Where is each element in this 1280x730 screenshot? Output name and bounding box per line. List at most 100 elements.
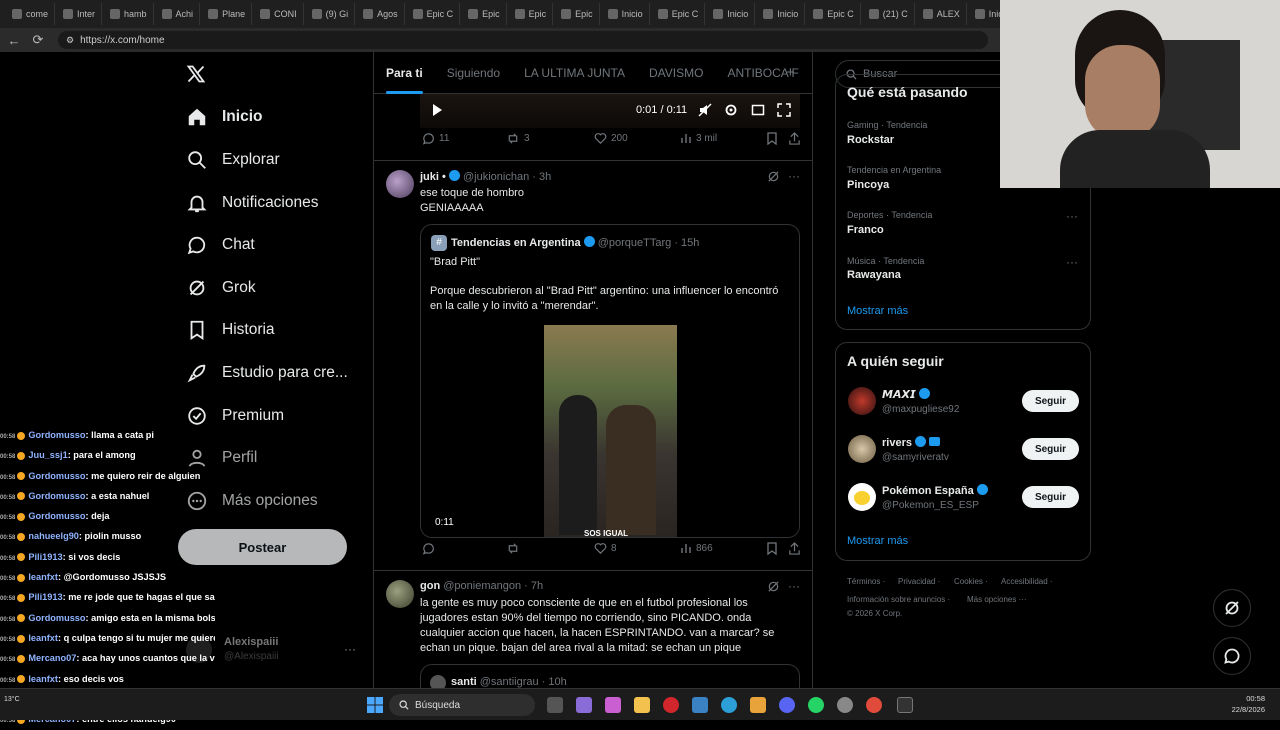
trend-name[interactable]: Rockstar	[847, 134, 894, 146]
browser-tab[interactable]: Epic	[509, 3, 554, 25]
chat-username[interactable]: Mercano07	[28, 653, 76, 663]
browser-tab[interactable]: Inicio	[707, 3, 756, 25]
suggestion-name[interactable]: 𝙈𝘼𝙓𝙄	[882, 389, 916, 401]
reply-button[interactable]	[422, 542, 435, 555]
trend-name[interactable]: Pincoya	[847, 179, 889, 191]
windows-start-icon[interactable]	[367, 697, 383, 713]
store-icon[interactable]	[692, 697, 708, 713]
chat-username[interactable]: leanfxt	[28, 633, 58, 643]
show-more-follow-link[interactable]: Mostrar más	[847, 535, 908, 547]
browser-tab[interactable]: (21) C	[863, 3, 915, 25]
avatar[interactable]	[848, 387, 876, 415]
browser-tab[interactable]: (9) Gi	[306, 3, 356, 25]
video-player[interactable]	[420, 94, 800, 128]
nav-item-chat[interactable]: Chat	[176, 225, 255, 265]
repost-button[interactable]: 3	[506, 132, 530, 145]
nav-item-inicio[interactable]: Inicio	[176, 97, 262, 137]
more-options-icon[interactable]: ···	[788, 579, 800, 593]
browser-tab[interactable]: Epic C	[407, 3, 461, 25]
obs-icon[interactable]	[897, 697, 913, 713]
avatar[interactable]	[848, 435, 876, 463]
browser-tab[interactable]: CONI	[254, 3, 304, 25]
quote-author[interactable]: santi	[451, 676, 477, 688]
nav-item-historia[interactable]: Historia	[176, 310, 275, 350]
x-logo-icon[interactable]	[186, 64, 206, 84]
chat-username[interactable]: Pili1913	[28, 552, 62, 562]
pen-app-icon[interactable]	[576, 697, 592, 713]
share-icon[interactable]	[788, 131, 801, 145]
suggestion-name[interactable]: rivers	[882, 437, 912, 449]
file-explorer-icon[interactable]	[634, 697, 650, 713]
quoted-tweet[interactable]: # Tendencias en Argentina @porqueTTarg ·…	[420, 224, 800, 538]
chat-username[interactable]: Gordomusso	[28, 511, 85, 521]
suggestion-name[interactable]: Pokémon España	[882, 485, 974, 497]
chat-username[interactable]: Gordomusso	[28, 491, 85, 501]
views-button[interactable]: 866	[680, 542, 713, 554]
nav-item-estudio[interactable]: Estudio para cre...	[176, 353, 348, 393]
settings-gear-icon[interactable]	[837, 697, 853, 713]
clock-date[interactable]: 22/8/2026	[1220, 705, 1265, 714]
add-tab-icon[interactable]: +	[786, 64, 795, 81]
trend-name[interactable]: Rawayana	[847, 269, 901, 281]
discord-icon[interactable]	[779, 697, 795, 713]
follow-button[interactable]: Seguir	[1022, 390, 1079, 412]
like-button[interactable]: 200	[594, 132, 628, 145]
browser-tab[interactable]: Epic	[555, 3, 600, 25]
footer-link-terminos[interactable]: Términos ·	[847, 577, 885, 586]
browser-tab[interactable]: Epic C	[652, 3, 706, 25]
grok-icon[interactable]	[767, 170, 780, 183]
trend-more-icon[interactable]: ···	[1066, 255, 1078, 269]
footer-link-mas-opciones[interactable]: Más opciones ···	[967, 595, 1027, 604]
whatsapp-icon[interactable]	[808, 697, 824, 713]
share-icon[interactable]	[788, 541, 801, 555]
author-handle[interactable]: @jukionichan	[463, 171, 529, 183]
like-button[interactable]: 8	[594, 542, 617, 555]
tab-siguiendo[interactable]: Siguiendo	[435, 52, 512, 94]
footer-link-privacidad[interactable]: Privacidad ·	[898, 577, 940, 586]
nav-item-explorar[interactable]: Explorar	[176, 140, 280, 180]
browser-tab[interactable]: Achi	[156, 3, 201, 25]
bookmark-icon[interactable]	[766, 131, 778, 145]
browser-tab[interactable]: Agos	[357, 3, 405, 25]
browser-tab[interactable]: come	[6, 3, 56, 25]
address-bar[interactable]: ⚙ https://x.com/home	[58, 31, 988, 49]
browser-tab[interactable]: Inicio	[602, 3, 650, 25]
chrome-icon[interactable]	[866, 697, 882, 713]
more-options-icon[interactable]: ···	[788, 169, 800, 183]
reply-button[interactable]: 11	[422, 132, 449, 145]
pokemon-avatar-icon[interactable]	[848, 483, 876, 511]
follow-button[interactable]: Seguir	[1022, 486, 1079, 508]
chat-username[interactable]: Gordomusso	[28, 471, 85, 481]
tab-la-ultima-junta[interactable]: LA ULTIMA JUNTA	[512, 52, 637, 94]
tab-antiboca[interactable]: ANTIBOCA F	[715, 52, 810, 94]
chat-username[interactable]: nahueelg90	[28, 531, 79, 541]
weather-widget[interactable]: 13°C	[4, 696, 20, 703]
browser-tab[interactable]: ALEX	[917, 3, 967, 25]
author-handle[interactable]: @poniemangon	[443, 580, 521, 592]
quote-author[interactable]: Tendencias en Argentina	[451, 237, 581, 249]
footer-link-cookies[interactable]: Cookies ·	[954, 577, 988, 586]
author-name[interactable]: gon	[420, 580, 440, 592]
chat-username[interactable]: Gordomusso	[28, 430, 85, 440]
views-button[interactable]: 3 mil	[680, 132, 717, 144]
settings-gear-icon[interactable]	[724, 103, 738, 117]
clock-time[interactable]: 00:58	[1230, 694, 1265, 703]
tab-para-ti[interactable]: Para ti	[374, 52, 435, 94]
nav-item-grok[interactable]: Grok	[176, 268, 256, 308]
trend-name[interactable]: Franco	[847, 224, 884, 236]
chat-username[interactable]: leanfxt	[28, 572, 58, 582]
chat-username[interactable]: Pili1913	[28, 592, 62, 602]
quote-video[interactable]: SOS IGUAL 0:11	[421, 325, 799, 537]
task-view-icon[interactable]	[547, 697, 563, 713]
messages-floating-button[interactable]	[1213, 637, 1251, 675]
account-more-icon[interactable]: ···	[344, 642, 356, 656]
grok-floating-button[interactable]	[1213, 589, 1251, 627]
mute-icon[interactable]	[698, 103, 712, 117]
browser-tab[interactable]: hamb	[104, 3, 154, 25]
picture-in-picture-icon[interactable]	[751, 103, 765, 117]
chat-username[interactable]: leanfxt	[28, 674, 58, 684]
reload-icon[interactable]: ⟳	[28, 30, 48, 50]
chat-username[interactable]: Gordomusso	[28, 613, 85, 623]
browser-tab[interactable]: Plane	[202, 3, 253, 25]
taskbar-search[interactable]: Búsqueda	[389, 694, 535, 716]
